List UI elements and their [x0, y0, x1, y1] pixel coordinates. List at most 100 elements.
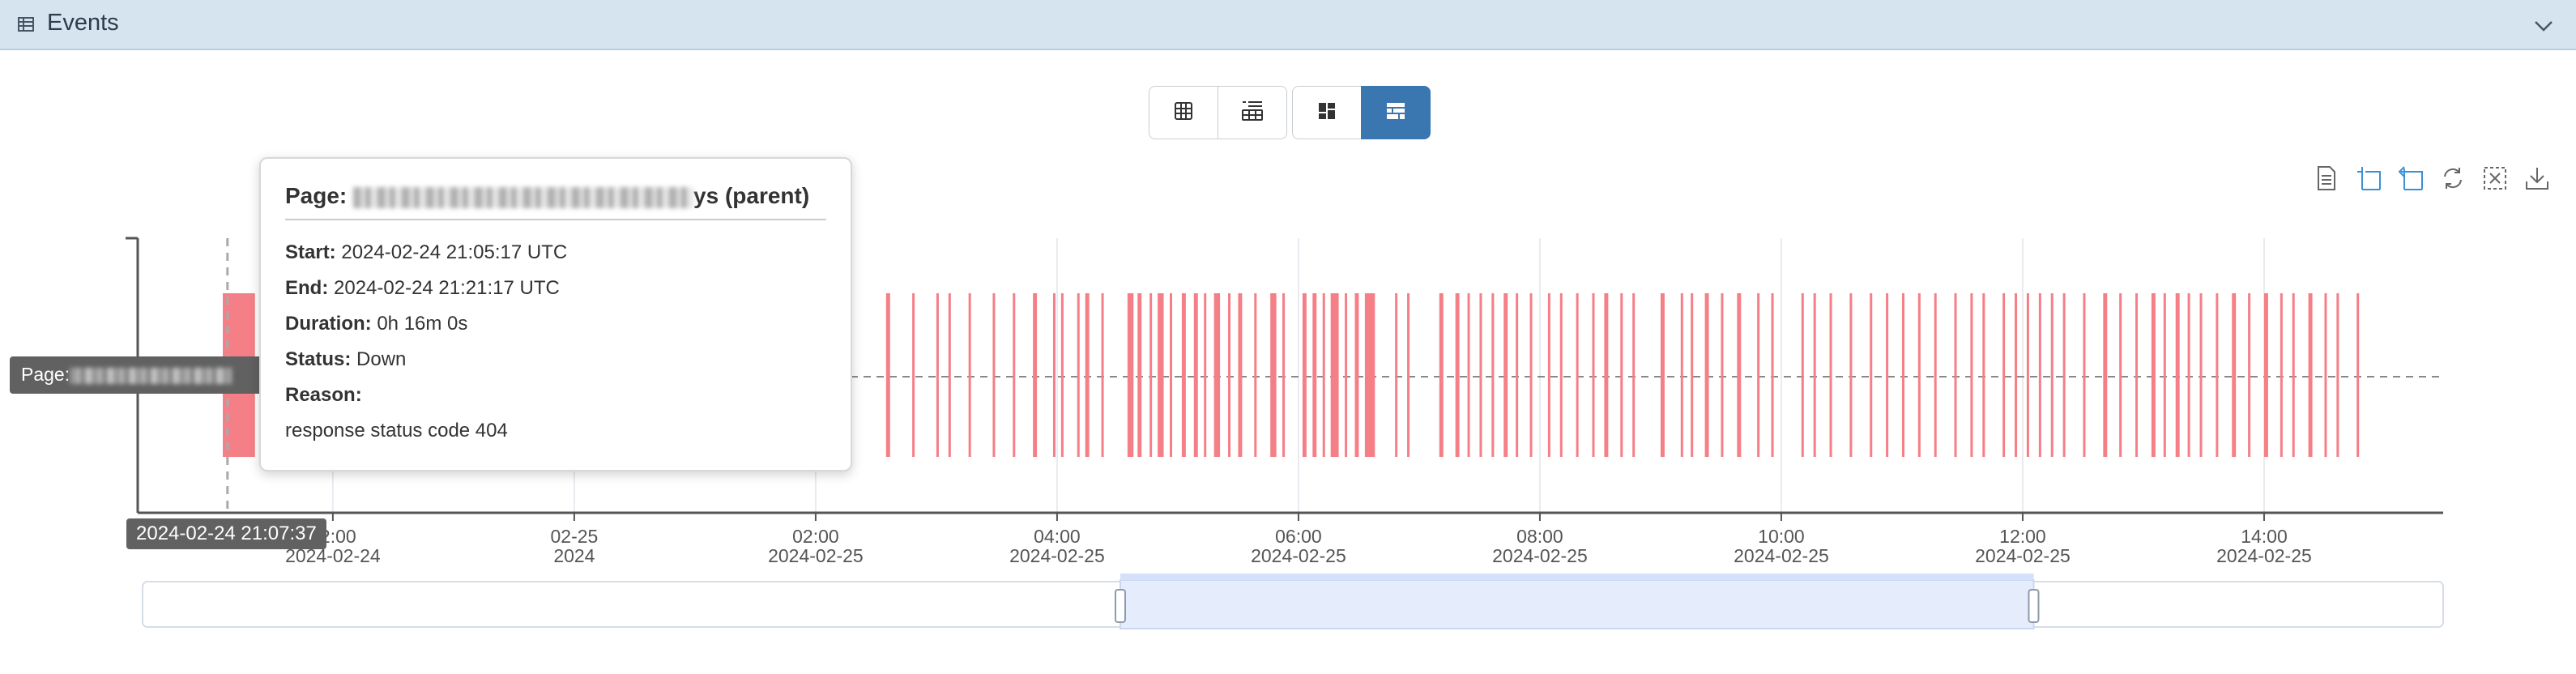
event-bar[interactable] — [1982, 293, 1985, 457]
event-bar[interactable] — [1213, 293, 1221, 457]
event-bar[interactable] — [1312, 293, 1317, 457]
event-bar[interactable] — [1704, 293, 1709, 457]
event-bar[interactable] — [2002, 293, 2006, 457]
event-bar[interactable] — [1158, 293, 1164, 457]
event-bar[interactable] — [1771, 293, 1774, 457]
event-bar[interactable] — [1479, 293, 1482, 457]
event-bar[interactable] — [1282, 293, 1286, 457]
event-bar[interactable] — [2263, 293, 2268, 457]
event-bar[interactable] — [1901, 293, 1904, 457]
event-bar[interactable] — [1077, 293, 1080, 457]
event-bar[interactable] — [1033, 293, 1038, 457]
event-bar[interactable] — [992, 293, 996, 457]
event-bar[interactable] — [1407, 293, 1410, 457]
zoom-handle-right[interactable] — [2028, 589, 2040, 623]
event-bar[interactable] — [1238, 293, 1243, 457]
event-bar[interactable] — [2050, 293, 2054, 457]
event-bar[interactable] — [1181, 293, 1186, 457]
event-bar[interactable] — [2119, 293, 2122, 457]
event-bar[interactable] — [1917, 293, 1921, 457]
event-bar[interactable] — [1127, 293, 1134, 457]
event-bar[interactable] — [2187, 293, 2190, 457]
event-bar[interactable] — [1529, 293, 1533, 457]
event-bar[interactable] — [1101, 293, 1104, 457]
event-bar[interactable] — [1737, 293, 1742, 457]
event-bar[interactable] — [1330, 293, 1339, 457]
event-bar[interactable] — [1829, 293, 1832, 457]
event-bar[interactable] — [1270, 293, 1277, 457]
event-bar[interactable] — [2175, 293, 2180, 457]
event-bar[interactable] — [1137, 293, 1142, 457]
event-bar[interactable] — [2248, 293, 2251, 457]
event-bar[interactable] — [1970, 293, 1973, 457]
event-bar[interactable] — [2216, 293, 2219, 457]
event-bar[interactable] — [1204, 293, 1207, 457]
event-bar[interactable] — [1632, 293, 1636, 457]
event-bar[interactable] — [948, 293, 951, 457]
event-bar[interactable] — [968, 293, 971, 457]
event-bar[interactable] — [2199, 293, 2203, 457]
event-bar[interactable] — [1680, 293, 1683, 457]
event-bar[interactable] — [2103, 293, 2108, 457]
event-bar[interactable] — [2083, 293, 2086, 457]
event-bar[interactable] — [2135, 293, 2139, 457]
event-bar[interactable] — [1660, 293, 1665, 457]
event-bar[interactable] — [1302, 293, 1307, 457]
event-bar[interactable] — [1193, 293, 1198, 457]
event-bar[interactable] — [1934, 293, 1937, 457]
event-bar[interactable] — [2163, 293, 2166, 457]
event-bar[interactable] — [2232, 293, 2237, 457]
zoom-window[interactable] — [1120, 579, 2035, 629]
event-bar[interactable] — [1721, 293, 1724, 457]
event-bar[interactable] — [1052, 293, 1056, 457]
event-bar[interactable] — [1354, 293, 1359, 457]
event-bar[interactable] — [1592, 293, 1595, 457]
event-bar[interactable] — [1559, 293, 1563, 457]
event-bar[interactable] — [1954, 293, 1957, 457]
event-bar[interactable] — [936, 293, 939, 457]
event-bar[interactable] — [2062, 293, 2066, 457]
event-bar[interactable] — [1149, 293, 1153, 457]
event-bar[interactable] — [1345, 293, 1348, 457]
event-bar[interactable] — [2336, 293, 2339, 457]
event-bar[interactable] — [1491, 293, 1495, 457]
event-bar[interactable] — [1364, 293, 1375, 457]
event-bar[interactable] — [2356, 293, 2360, 457]
event-bar[interactable] — [885, 293, 890, 457]
event-bar[interactable] — [1228, 293, 1231, 457]
event-bar[interactable] — [1439, 293, 1444, 457]
event-bar[interactable] — [2324, 293, 2327, 457]
zoom-handle-left[interactable] — [1115, 589, 1126, 623]
zoom-window-bar[interactable] — [1120, 574, 2034, 580]
event-bar[interactable] — [1691, 293, 1694, 457]
event-bar[interactable] — [1516, 293, 1519, 457]
event-bar[interactable] — [1849, 293, 1853, 457]
event-bar[interactable] — [1322, 293, 1325, 457]
event-bar[interactable] — [1576, 293, 1579, 457]
event-bar[interactable] — [1503, 293, 1508, 457]
event-bar[interactable] — [1254, 293, 1257, 457]
event-bar[interactable] — [1455, 293, 1460, 457]
event-bar[interactable] — [1620, 293, 1623, 457]
event-bar[interactable] — [2292, 293, 2295, 457]
event-bar[interactable] — [1085, 293, 1090, 457]
event-bar[interactable] — [1013, 293, 1016, 457]
event-bar[interactable] — [2308, 293, 2313, 457]
event-bar[interactable] — [1547, 293, 1550, 457]
event-bar[interactable] — [912, 293, 915, 457]
event-bar[interactable] — [1467, 293, 1470, 457]
event-bar[interactable] — [2026, 293, 2029, 457]
event-bar[interactable] — [2151, 293, 2156, 457]
event-bar[interactable] — [2038, 293, 2041, 457]
event-bar[interactable] — [1886, 293, 1889, 457]
event-bar[interactable] — [1870, 293, 1873, 457]
event-bar[interactable] — [1060, 293, 1064, 457]
event-bar[interactable] — [2015, 293, 2018, 457]
event-bar[interactable] — [2280, 293, 2283, 457]
event-bar[interactable] — [1757, 293, 1760, 457]
event-bar[interactable] — [1395, 293, 1398, 457]
event-bar[interactable] — [1604, 293, 1609, 457]
event-bar[interactable] — [1169, 293, 1172, 457]
event-bar[interactable] — [1801, 293, 1804, 457]
event-bar[interactable] — [1813, 293, 1816, 457]
